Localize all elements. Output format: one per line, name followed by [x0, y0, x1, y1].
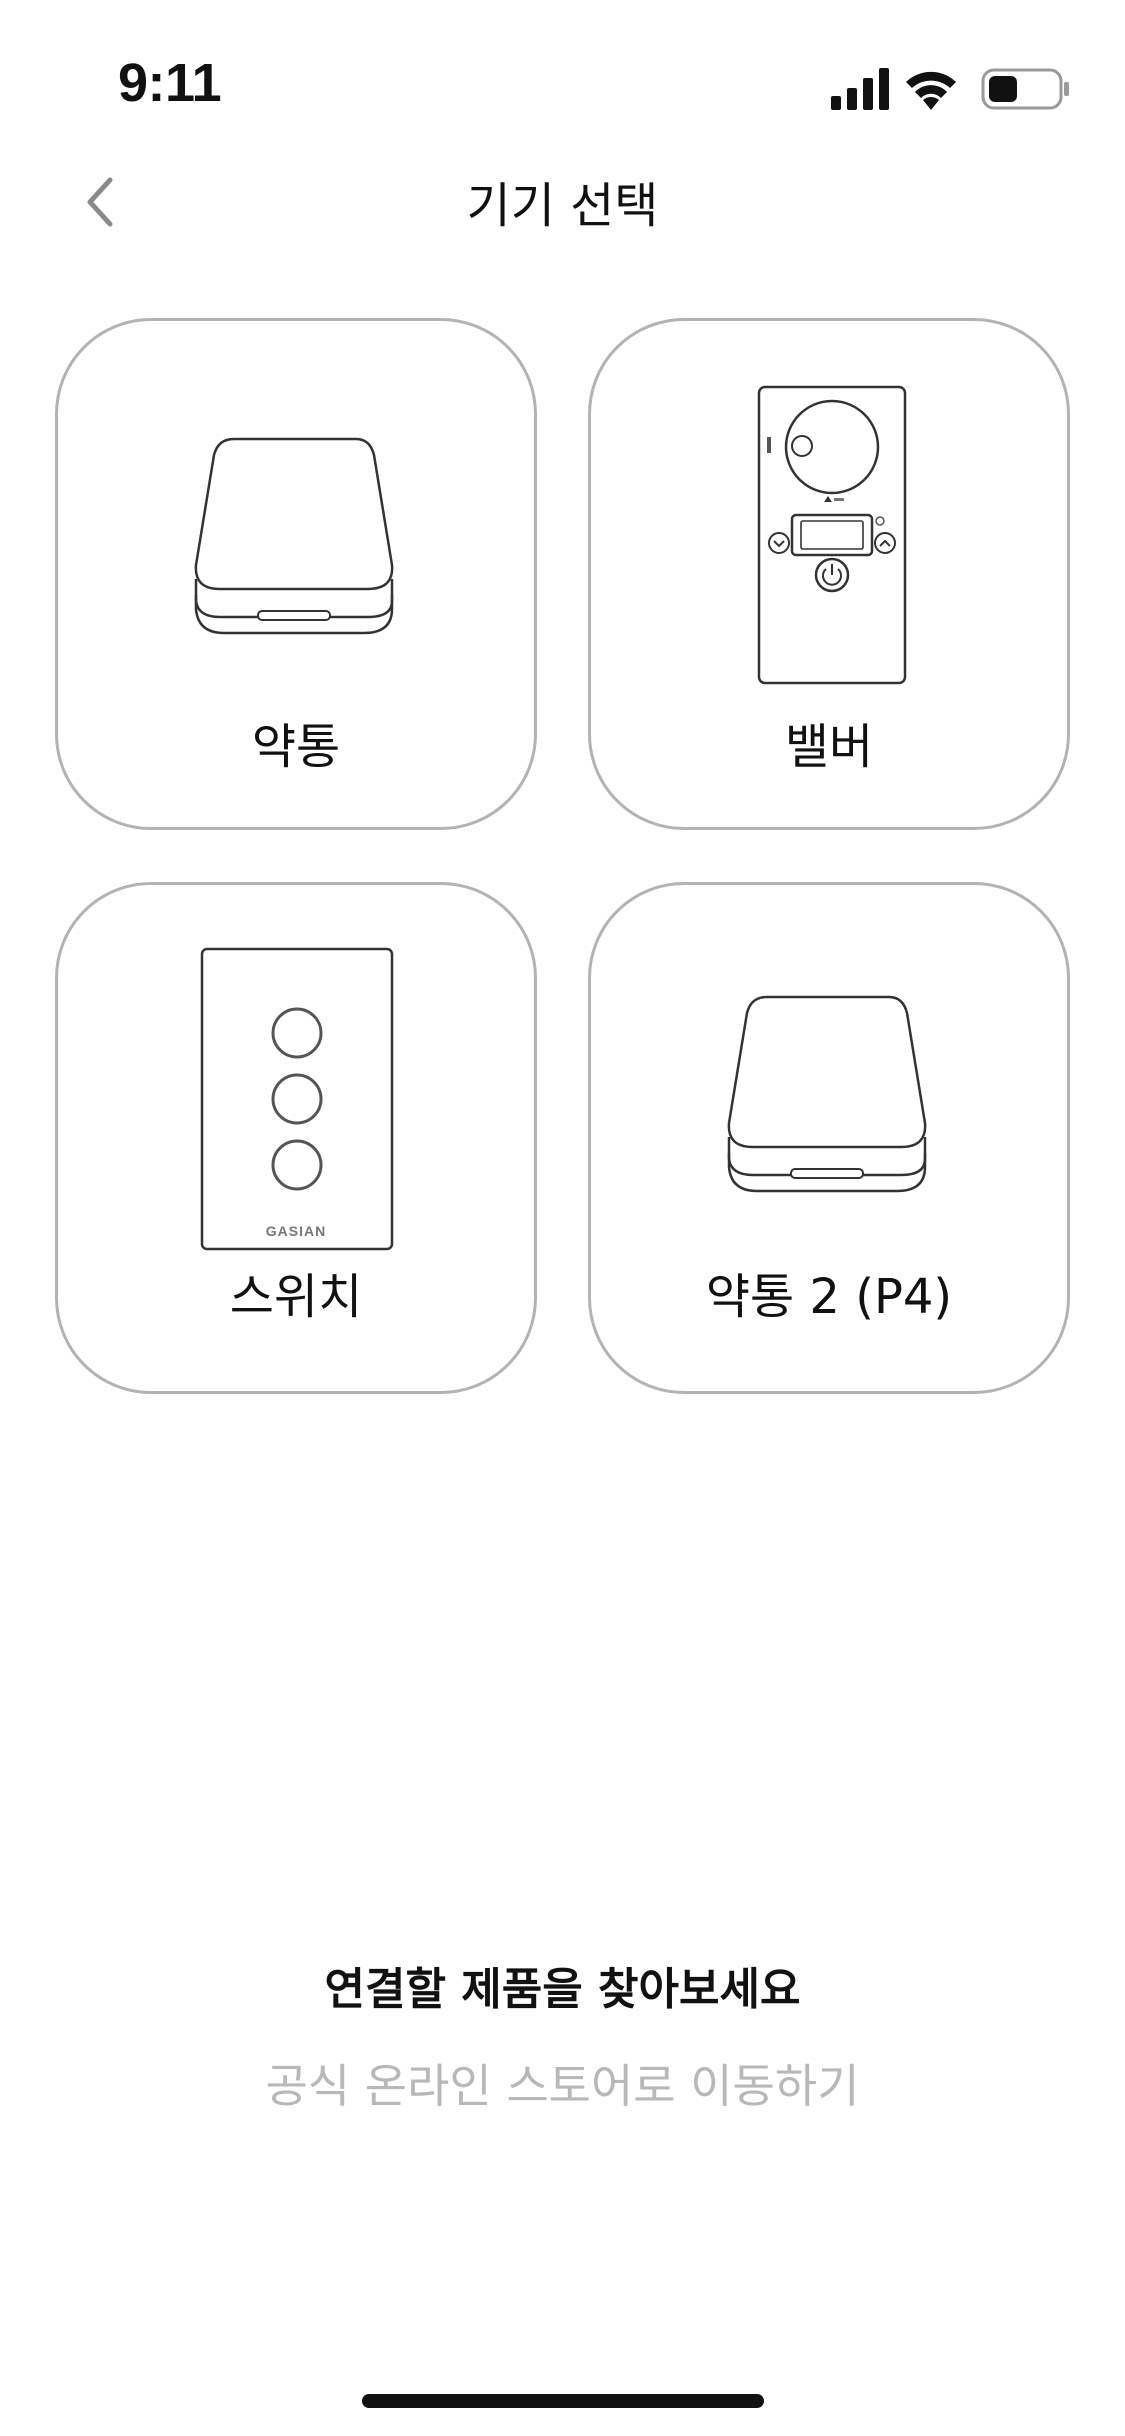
page-title: 기기 선택 — [466, 178, 659, 234]
device-card-pill-box-2[interactable]: 약통 2 (P4) — [588, 882, 1070, 1394]
signal-icon — [831, 68, 889, 110]
header: 기기 선택 — [0, 150, 1125, 250]
status-time: 9:11 — [118, 53, 222, 113]
online-store-link[interactable]: 공식 온라인 스토어로 이동하기 — [0, 2050, 1125, 2116]
device-label: 스위치 — [229, 1269, 363, 1325]
device-card-switch[interactable]: GASIAN 스위치 — [55, 882, 537, 1394]
home-indicator[interactable] — [362, 2394, 764, 2408]
device-label: 밸버 — [784, 719, 874, 775]
promo-heading: 연결할 제품을 찾아보세요 — [324, 1964, 801, 2015]
device-label: 약통 2 (P4) — [705, 1269, 953, 1325]
status-bar: 9:11 — [0, 0, 1125, 140]
device-label: 약통 — [251, 719, 341, 775]
wifi-icon — [906, 71, 956, 110]
switch-brand-label: GASIAN — [265, 1223, 327, 1239]
device-card-pill-box[interactable]: 약통 — [55, 318, 537, 830]
battery-icon — [981, 68, 1069, 110]
device-card-valve[interactable]: 밸버 — [588, 318, 1070, 830]
